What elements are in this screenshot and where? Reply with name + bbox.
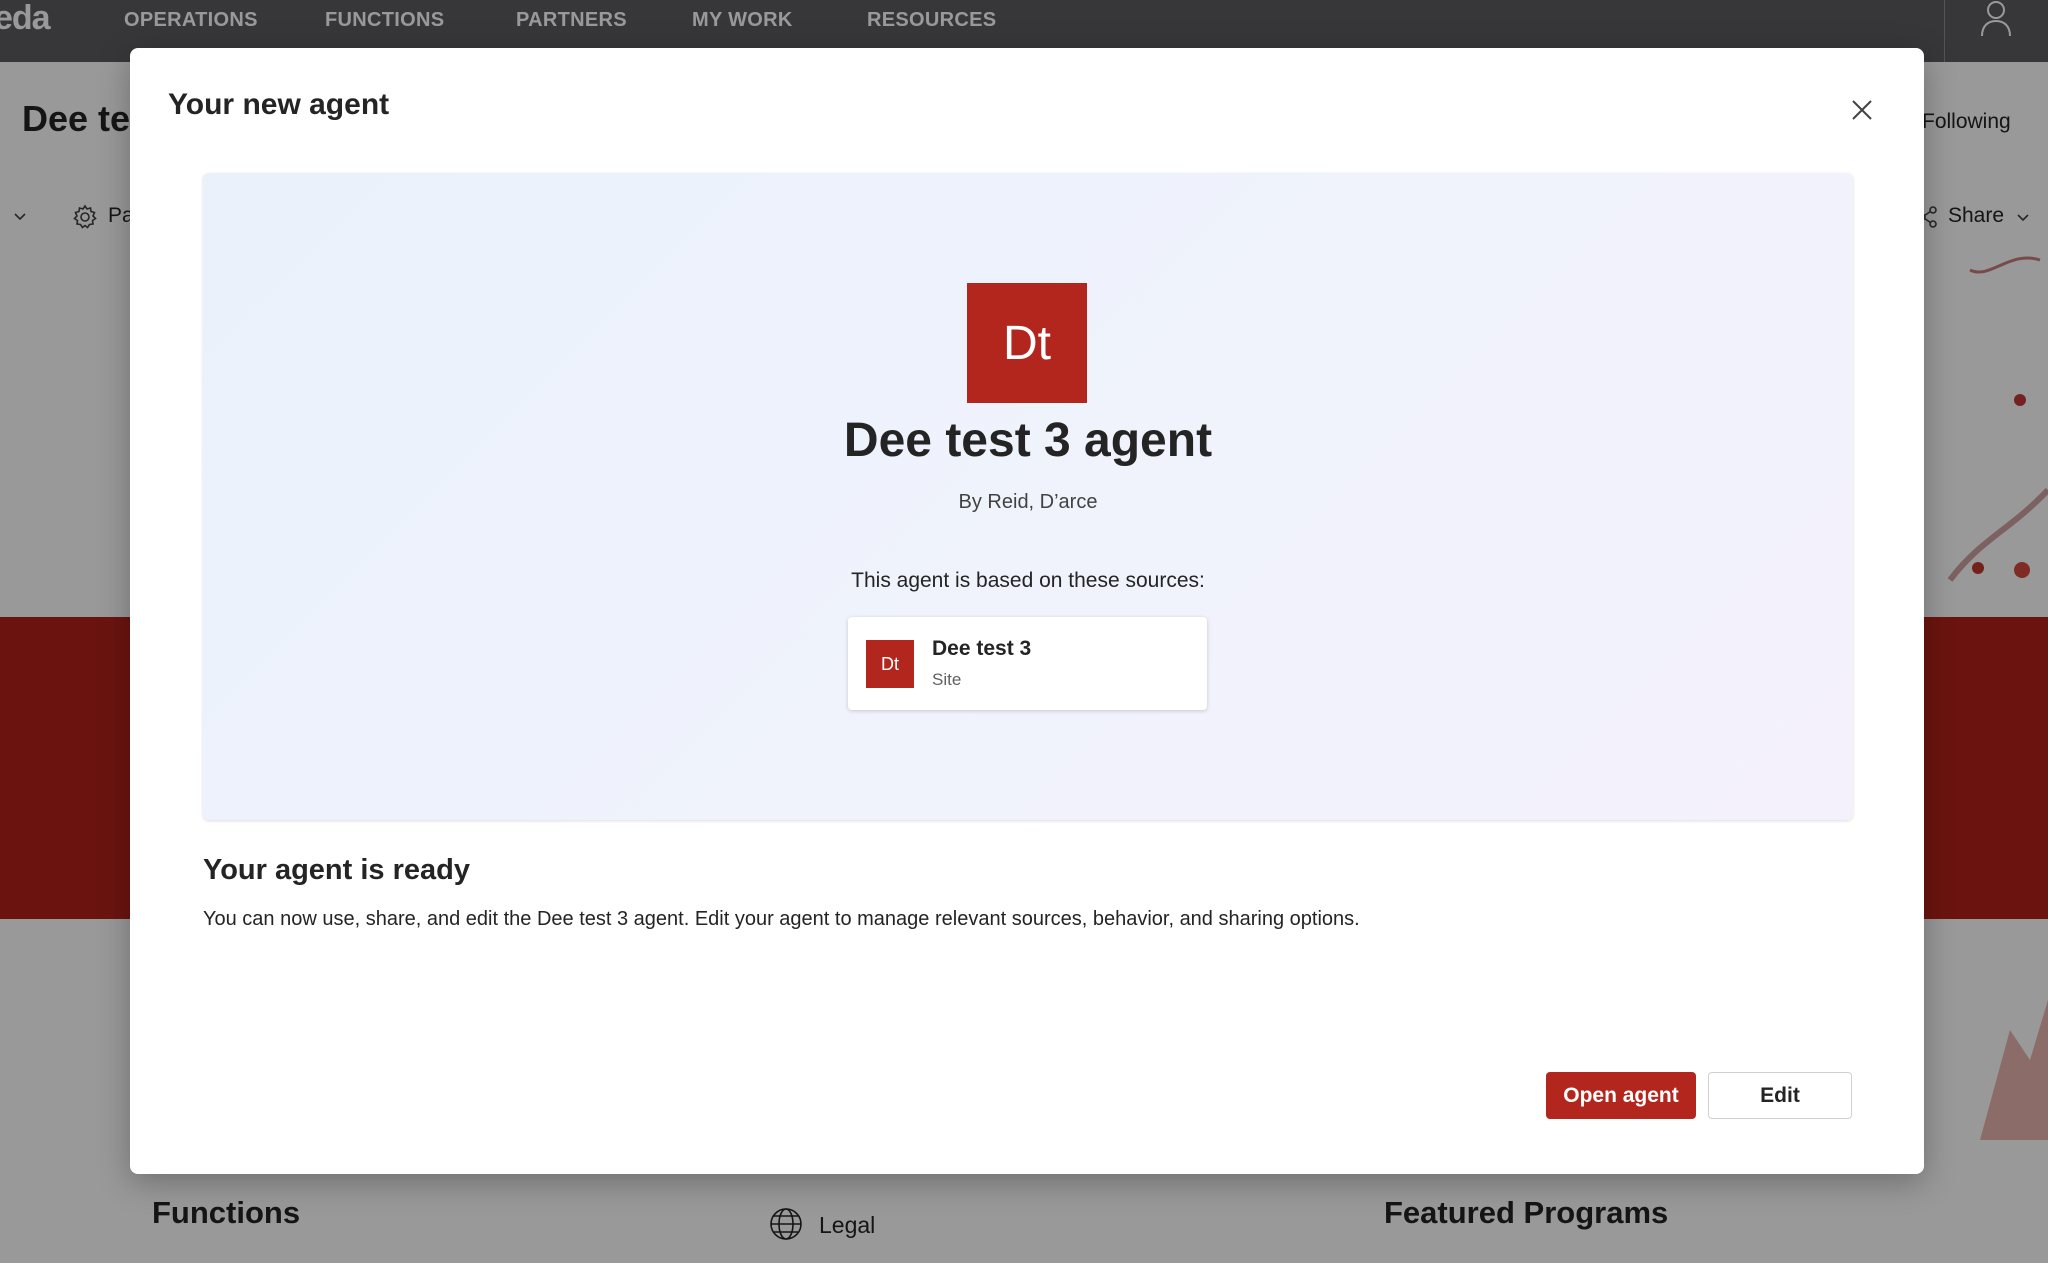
source-name: Dee test 3 bbox=[932, 637, 1032, 660]
sources-label: This agent is based on these sources: bbox=[851, 569, 1205, 592]
dialog-title: Your new agent bbox=[168, 88, 390, 121]
agent-avatar: Dt bbox=[967, 283, 1087, 403]
edit-button[interactable]: Edit bbox=[1708, 1072, 1852, 1119]
agent-author: By Reid, D’arce bbox=[958, 491, 1098, 513]
ready-description: You can now use, share, and edit the Dee… bbox=[203, 908, 1360, 930]
ready-heading: Your agent is ready bbox=[203, 854, 470, 886]
source-card[interactable]: Dt Dee test 3 Site bbox=[848, 617, 1207, 710]
source-type: Site bbox=[932, 670, 962, 689]
new-agent-dialog: Your new agent Dt Dee test 3 agent By Re… bbox=[130, 48, 1924, 1174]
close-button[interactable] bbox=[1844, 92, 1880, 128]
agent-preview-card: Dt Dee test 3 agent By Reid, D’arce This… bbox=[203, 173, 1853, 820]
open-agent-button[interactable]: Open agent bbox=[1546, 1072, 1696, 1119]
close-icon bbox=[1852, 100, 1872, 120]
agent-name: Dee test 3 agent bbox=[843, 414, 1213, 467]
source-avatar: Dt bbox=[866, 640, 914, 688]
